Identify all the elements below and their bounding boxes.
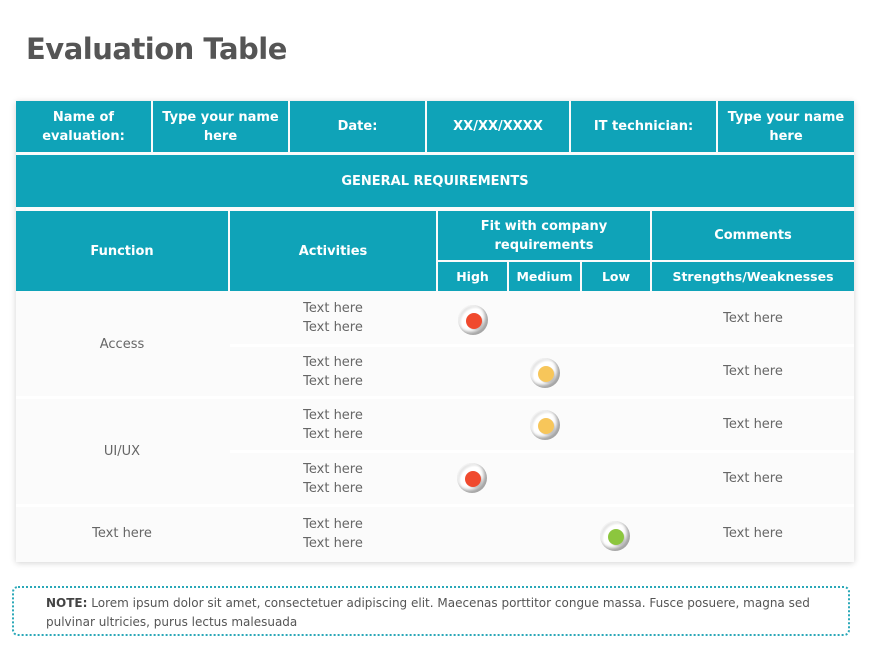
date-value[interactable]: XX/XX/XXXX (427, 101, 569, 152)
activity-line: Text here (303, 301, 363, 316)
date-label: Date: (290, 101, 425, 152)
column-header-medium: Medium (509, 262, 580, 291)
activity-line: Text here (303, 535, 363, 551)
section-title: GENERAL REQUIREMENTS (16, 155, 854, 207)
activity-line: Text here (303, 461, 363, 477)
activity-line: Text here (303, 320, 363, 335)
note-label: NOTE: (46, 596, 88, 610)
activity-cell: Text here Text here (230, 399, 436, 450)
it-technician-value[interactable]: Type your name here (718, 101, 854, 152)
fit-indicator-high (458, 305, 488, 335)
page-title: Evaluation Table (26, 32, 287, 66)
column-header-activities: Activities (230, 211, 436, 291)
fit-indicator-high (457, 463, 487, 493)
column-header-high: High (438, 262, 507, 291)
comment-cell: Text here (723, 526, 783, 541)
it-technician-label: IT technician: (571, 101, 716, 152)
activity-cell: Text here Text here (230, 507, 436, 560)
activity-cell: Text here Text here (230, 292, 436, 344)
name-of-evaluation-label: Name of evaluation: (16, 101, 151, 152)
column-header-low: Low (582, 262, 650, 291)
column-header-strengths-weaknesses: Strengths/Weaknesses (652, 262, 854, 291)
function-cell: Access (99, 336, 145, 352)
evaluation-name-value[interactable]: Type your name here (153, 101, 288, 152)
fit-indicator-medium (530, 410, 560, 440)
comment-cell: Text here (723, 310, 783, 326)
function-cell: UI/UX (103, 444, 141, 459)
comment-cell: Text here (723, 364, 783, 379)
comment-cell: Text here (723, 471, 783, 486)
function-cell: Text here (92, 526, 152, 541)
activity-cell: Text here Text here (230, 453, 436, 504)
activity-line: Text here (303, 516, 363, 532)
fit-indicator-medium (530, 358, 560, 388)
note-text: Lorem ipsum dolor sit amet, consectetuer… (46, 596, 810, 629)
fit-indicator-low (600, 521, 630, 551)
activity-line: Text here (303, 373, 363, 389)
comment-cell: Text here (723, 417, 783, 432)
column-header-function: Function (16, 211, 228, 291)
column-header-fit: Fit with company requirements (438, 211, 650, 260)
column-header-comments: Comments (652, 211, 854, 260)
activity-cell: Text here Text here (230, 347, 436, 396)
activity-line: Text here (303, 407, 363, 423)
activity-line: Text here (303, 354, 363, 370)
activity-line: Text here (303, 426, 363, 442)
activity-line: Text here (303, 480, 363, 496)
note-box: NOTE: Lorem ipsum dolor sit amet, consec… (12, 586, 850, 636)
